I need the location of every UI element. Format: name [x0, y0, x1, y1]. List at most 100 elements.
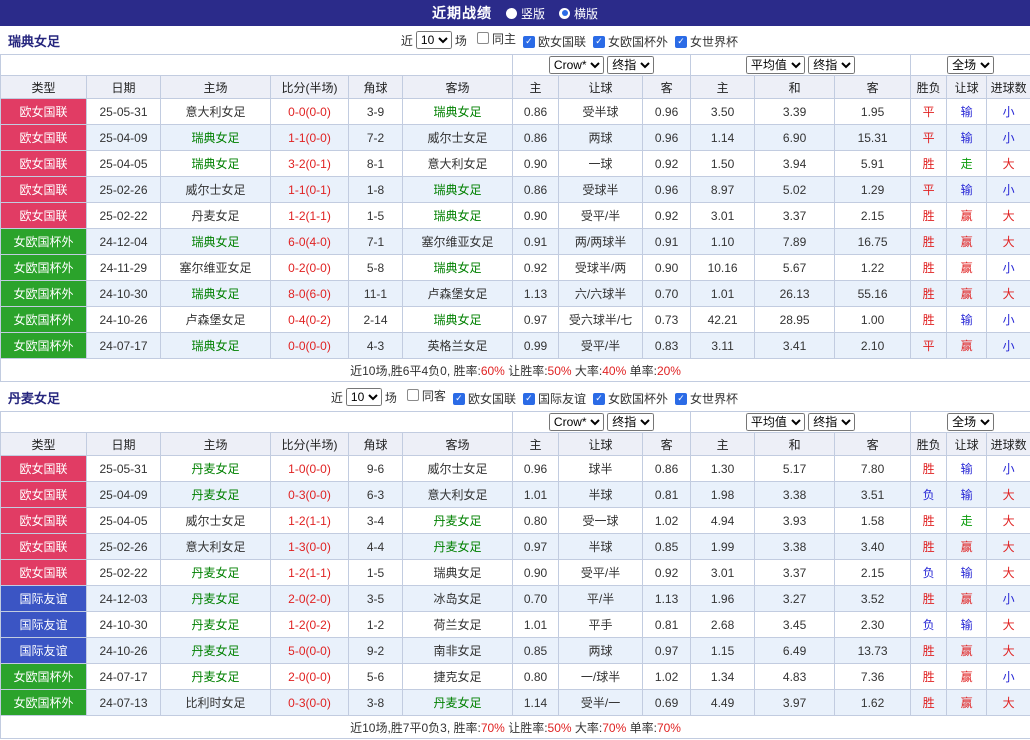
score-halftime: 2-0(0-0)	[271, 664, 349, 690]
layout-radio-vertical[interactable]: 竖版	[506, 5, 545, 22]
filter-checkbox-女世界杯[interactable]: ✓女世界杯	[675, 390, 738, 407]
col-hcap-result: 让球	[947, 76, 987, 99]
away-team-link[interactable]: 英格兰女足	[403, 333, 513, 359]
home-team-link[interactable]: 丹麦女足	[161, 586, 271, 612]
handicap-stage-select[interactable]: 终指	[607, 413, 654, 431]
average-select-group: 平均值 终指	[691, 412, 911, 433]
handicap-away-odds: 1.02	[643, 508, 691, 534]
away-team-link[interactable]: 瑞典女足	[403, 255, 513, 281]
away-team-link[interactable]: 卢森堡女足	[403, 281, 513, 307]
filter-checkbox-女世界杯[interactable]: ✓女世界杯	[675, 33, 738, 50]
average-source-select[interactable]: 平均值	[746, 413, 805, 431]
result-outcome: 胜	[911, 456, 947, 482]
filter-checkbox-同客[interactable]: 同客	[407, 387, 446, 404]
match-type-badge: 女欧国杯外	[1, 255, 87, 281]
avg-home-odds: 10.16	[691, 255, 755, 281]
handicap-stage-select[interactable]: 终指	[607, 56, 654, 74]
table-row: 欧女国联25-02-22丹麦女足1-2(1-1)1-5瑞典女足0.90受平/半0…	[1, 560, 1030, 586]
away-team-link[interactable]: 捷克女足	[403, 664, 513, 690]
avg-home-odds: 3.11	[691, 333, 755, 359]
match-date: 25-04-05	[87, 508, 161, 534]
home-team-link[interactable]: 丹麦女足	[161, 560, 271, 586]
home-team-link[interactable]: 卢森堡女足	[161, 307, 271, 333]
away-team-link[interactable]: 荷兰女足	[403, 612, 513, 638]
filter-checkbox-欧女国联[interactable]: ✓欧女国联	[453, 390, 516, 407]
away-team-link[interactable]: 冰岛女足	[403, 586, 513, 612]
home-team-link[interactable]: 威尔士女足	[161, 177, 271, 203]
summary-value: 70%	[602, 721, 626, 735]
recent-count-select[interactable]: 10	[346, 388, 382, 406]
handicap-away-odds: 0.85	[643, 534, 691, 560]
scope-select[interactable]: 全场	[947, 413, 994, 431]
away-team-link[interactable]: 塞尔维亚女足	[403, 229, 513, 255]
away-team-link[interactable]: 意大利女足	[403, 151, 513, 177]
average-source-select[interactable]: 平均值	[746, 56, 805, 74]
away-team-link[interactable]: 瑞典女足	[403, 307, 513, 333]
filter-checkbox-欧女国联[interactable]: ✓欧女国联	[523, 33, 586, 50]
away-team-link[interactable]: 丹麦女足	[403, 534, 513, 560]
average-stage-select[interactable]: 终指	[808, 56, 855, 74]
away-team-link[interactable]: 丹麦女足	[403, 508, 513, 534]
scope-select[interactable]: 全场	[947, 56, 994, 74]
away-team-link[interactable]: 瑞典女足	[403, 99, 513, 125]
home-team-link[interactable]: 丹麦女足	[161, 664, 271, 690]
home-team-link[interactable]: 意大利女足	[161, 534, 271, 560]
home-team-link[interactable]: 丹麦女足	[161, 203, 271, 229]
table-row: 欧女国联25-02-26意大利女足1-3(0-0)4-4丹麦女足0.97半球0.…	[1, 534, 1030, 560]
result-outcome: 负	[911, 482, 947, 508]
away-team-link[interactable]: 瑞典女足	[403, 177, 513, 203]
handicap-line: 受一球	[559, 508, 643, 534]
recent-count-select[interactable]: 10	[416, 31, 452, 49]
home-team-link[interactable]: 丹麦女足	[161, 612, 271, 638]
col-hcap-line: 让球	[559, 433, 643, 456]
home-team-link[interactable]: 瑞典女足	[161, 333, 271, 359]
average-select-group: 平均值 终指	[691, 55, 911, 76]
avg-home-odds: 1.30	[691, 456, 755, 482]
home-team-link[interactable]: 丹麦女足	[161, 482, 271, 508]
avg-away-odds: 1.62	[835, 690, 911, 716]
away-team-link[interactable]: 瑞典女足	[403, 560, 513, 586]
score-halftime: 2-0(2-0)	[271, 586, 349, 612]
home-team-link[interactable]: 丹麦女足	[161, 638, 271, 664]
home-team-link[interactable]: 比利时女足	[161, 690, 271, 716]
col-goals-result: 进球数	[987, 76, 1030, 99]
average-stage-select[interactable]: 终指	[808, 413, 855, 431]
handicap-line: 两球	[559, 638, 643, 664]
match-type-badge: 欧女国联	[1, 534, 87, 560]
col-corner: 角球	[349, 433, 403, 456]
score-halftime: 0-0(0-0)	[271, 99, 349, 125]
away-team-link[interactable]: 意大利女足	[403, 482, 513, 508]
match-date: 25-04-09	[87, 482, 161, 508]
away-team-link[interactable]: 南非女足	[403, 638, 513, 664]
filter-checkbox-女欧国杯外[interactable]: ✓女欧国杯外	[593, 390, 668, 407]
handicap-away-odds: 0.92	[643, 151, 691, 177]
bookmaker-select[interactable]: Crow*	[549, 413, 604, 431]
handicap-home-odds: 1.01	[513, 482, 559, 508]
filter-checkbox-同主[interactable]: 同主	[477, 30, 516, 47]
result-goals: 小	[987, 125, 1030, 151]
home-team-link[interactable]: 威尔士女足	[161, 508, 271, 534]
match-type-badge: 女欧国杯外	[1, 664, 87, 690]
result-handicap: 赢	[947, 690, 987, 716]
avg-draw-odds: 3.45	[755, 612, 835, 638]
layout-radio-horizontal[interactable]: 横版	[559, 5, 598, 22]
avg-home-odds: 1.15	[691, 638, 755, 664]
home-team-link[interactable]: 丹麦女足	[161, 456, 271, 482]
home-team-link[interactable]: 瑞典女足	[161, 229, 271, 255]
result-handicap: 输	[947, 177, 987, 203]
bookmaker-select[interactable]: Crow*	[549, 56, 604, 74]
away-team-link[interactable]: 丹麦女足	[403, 690, 513, 716]
away-team-link[interactable]: 威尔士女足	[403, 456, 513, 482]
home-team-link[interactable]: 意大利女足	[161, 99, 271, 125]
filter-checkbox-国际友谊[interactable]: ✓国际友谊	[523, 390, 586, 407]
table-row: 欧女国联25-02-22丹麦女足1-2(1-1)1-5瑞典女足0.90受平/半0…	[1, 203, 1030, 229]
home-team-link[interactable]: 瑞典女足	[161, 151, 271, 177]
filter-checkbox-女欧国杯外[interactable]: ✓女欧国杯外	[593, 33, 668, 50]
scope-select-group: 全场	[911, 55, 1030, 76]
home-team-link[interactable]: 塞尔维亚女足	[161, 255, 271, 281]
home-team-link[interactable]: 瑞典女足	[161, 125, 271, 151]
home-team-link[interactable]: 瑞典女足	[161, 281, 271, 307]
away-team-link[interactable]: 瑞典女足	[403, 203, 513, 229]
away-team-link[interactable]: 威尔士女足	[403, 125, 513, 151]
filters-bar: 近 10 场 同主✓欧女国联✓女欧国杯外✓女世界杯	[401, 30, 1022, 51]
